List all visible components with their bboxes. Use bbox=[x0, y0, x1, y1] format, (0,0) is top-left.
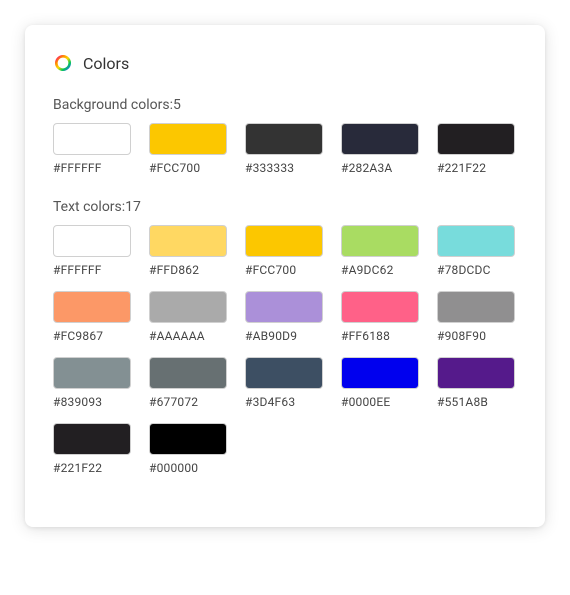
swatch-box[interactable] bbox=[341, 225, 419, 257]
colors-panel: Colors Background colors:5 #FFFFFF #FCC70… bbox=[25, 25, 545, 527]
swatch-item[interactable]: #A9DC62 bbox=[341, 225, 419, 277]
swatch-label: #AAAAAA bbox=[149, 329, 227, 343]
swatch-item[interactable]: #000000 bbox=[149, 423, 227, 475]
swatch-box[interactable] bbox=[53, 357, 131, 389]
swatch-box[interactable] bbox=[341, 357, 419, 389]
swatch-box[interactable] bbox=[149, 357, 227, 389]
swatch-label: #0000EE bbox=[341, 395, 419, 409]
background-swatches: #FFFFFF #FCC700 #333333 #282A3A #221F22 bbox=[53, 123, 517, 175]
swatch-label: #677072 bbox=[149, 395, 227, 409]
background-colors-section: Background colors:5 #FFFFFF #FCC700 #33333… bbox=[53, 97, 517, 175]
swatch-label: #221F22 bbox=[437, 161, 515, 175]
swatch-box[interactable] bbox=[245, 225, 323, 257]
section-count: 17 bbox=[125, 199, 141, 215]
swatch-label: #FCC700 bbox=[245, 263, 323, 277]
section-count: 5 bbox=[173, 97, 181, 113]
panel-header: Colors bbox=[53, 53, 517, 73]
swatch-item[interactable]: #78DCDC bbox=[437, 225, 515, 277]
swatch-label: #FFFFFF bbox=[53, 263, 131, 277]
swatch-label: #FCC700 bbox=[149, 161, 227, 175]
swatch-box[interactable] bbox=[437, 123, 515, 155]
swatch-label: #FC9867 bbox=[53, 329, 131, 343]
swatch-label: #A9DC62 bbox=[341, 263, 419, 277]
swatch-box[interactable] bbox=[341, 123, 419, 155]
section-label-text: Text colors:17 bbox=[53, 199, 517, 215]
swatch-label: #FFD862 bbox=[149, 263, 227, 277]
swatch-item[interactable]: #AAAAAA bbox=[149, 291, 227, 343]
swatch-item[interactable]: #221F22 bbox=[437, 123, 515, 175]
text-swatches: #FFFFFF #FFD862 #FCC700 #A9DC62 #78DCDC #FC98… bbox=[53, 225, 517, 475]
swatch-box[interactable] bbox=[437, 225, 515, 257]
swatch-item[interactable]: #FFFFFF bbox=[53, 123, 131, 175]
swatch-box[interactable] bbox=[245, 291, 323, 323]
swatch-item[interactable]: #908F90 bbox=[437, 291, 515, 343]
swatch-item[interactable]: #0000EE bbox=[341, 357, 419, 409]
swatch-item[interactable]: #677072 bbox=[149, 357, 227, 409]
panel-title: Colors bbox=[83, 54, 129, 73]
swatch-item[interactable]: #FFFFFF bbox=[53, 225, 131, 277]
swatch-label: #78DCDC bbox=[437, 263, 515, 277]
swatch-item[interactable]: #FCC700 bbox=[245, 225, 323, 277]
section-label-background: Background colors:5 bbox=[53, 97, 517, 113]
swatch-label: #551A8B bbox=[437, 395, 515, 409]
swatch-item[interactable]: #AB90D9 bbox=[245, 291, 323, 343]
swatch-label: #FF6188 bbox=[341, 329, 419, 343]
swatch-label: #AB90D9 bbox=[245, 329, 323, 343]
section-label-prefix: Background colors: bbox=[53, 97, 173, 113]
swatch-label: #333333 bbox=[245, 161, 323, 175]
swatch-item[interactable]: #FCC700 bbox=[149, 123, 227, 175]
swatch-item[interactable]: #282A3A bbox=[341, 123, 419, 175]
swatch-label: #282A3A bbox=[341, 161, 419, 175]
section-label-prefix: Text colors: bbox=[53, 199, 125, 215]
swatch-label: #FFFFFF bbox=[53, 161, 131, 175]
swatch-item[interactable]: #551A8B bbox=[437, 357, 515, 409]
swatch-box[interactable] bbox=[149, 423, 227, 455]
swatch-box[interactable] bbox=[149, 291, 227, 323]
swatch-label: #908F90 bbox=[437, 329, 515, 343]
swatch-box[interactable] bbox=[437, 291, 515, 323]
swatch-label: #839093 bbox=[53, 395, 131, 409]
swatch-box[interactable] bbox=[53, 423, 131, 455]
swatch-item[interactable]: #FF6188 bbox=[341, 291, 419, 343]
swatch-box[interactable] bbox=[53, 291, 131, 323]
swatch-box[interactable] bbox=[149, 123, 227, 155]
swatch-item[interactable]: #333333 bbox=[245, 123, 323, 175]
swatch-item[interactable]: #FFD862 bbox=[149, 225, 227, 277]
color-ring-icon bbox=[53, 53, 73, 73]
swatch-box[interactable] bbox=[341, 291, 419, 323]
swatch-box[interactable] bbox=[245, 123, 323, 155]
swatch-label: #3D4F63 bbox=[245, 395, 323, 409]
swatch-item[interactable]: #221F22 bbox=[53, 423, 131, 475]
swatch-label: #221F22 bbox=[53, 461, 131, 475]
text-colors-section: Text colors:17 #FFFFFF #FFD862 #FCC700 #A9D… bbox=[53, 199, 517, 475]
swatch-item[interactable]: #FC9867 bbox=[53, 291, 131, 343]
swatch-item[interactable]: #3D4F63 bbox=[245, 357, 323, 409]
swatch-box[interactable] bbox=[53, 225, 131, 257]
swatch-item[interactable]: #839093 bbox=[53, 357, 131, 409]
swatch-box[interactable] bbox=[53, 123, 131, 155]
swatch-box[interactable] bbox=[245, 357, 323, 389]
swatch-box[interactable] bbox=[437, 357, 515, 389]
swatch-label: #000000 bbox=[149, 461, 227, 475]
swatch-box[interactable] bbox=[149, 225, 227, 257]
